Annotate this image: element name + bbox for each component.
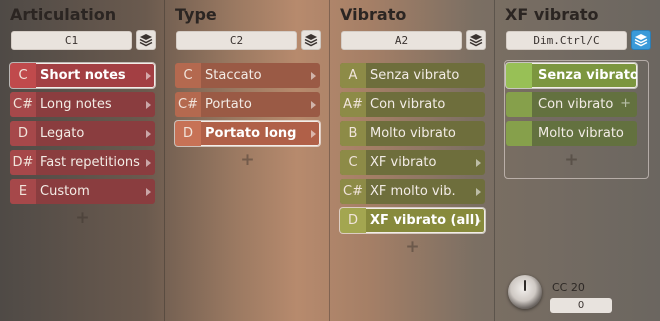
list-item[interactable]: Con vibrato + — [506, 92, 637, 117]
cc-value-field[interactable]: 0 — [550, 298, 612, 313]
chevron-right-icon — [146, 159, 151, 167]
list-item[interactable]: E Custom — [10, 179, 155, 204]
list-item[interactable]: Senza vibrato — [506, 63, 637, 88]
knob-icon[interactable] — [508, 275, 542, 309]
key-label — [506, 121, 532, 146]
key-label: C — [175, 63, 201, 88]
add-button[interactable]: + — [10, 208, 155, 228]
add-button[interactable]: + — [340, 237, 485, 257]
key-label: A# — [340, 92, 366, 117]
type-list: C Staccato C# Portato D Portato long + — [175, 63, 320, 170]
item-label: Molto vibrato — [538, 126, 624, 141]
layers-button[interactable] — [466, 30, 486, 50]
key-label: D — [10, 121, 36, 146]
item-label: Long notes — [40, 97, 112, 112]
list-item[interactable]: B Molto vibrato — [340, 121, 485, 146]
keyswitch-selector[interactable]: A2 — [341, 31, 462, 50]
chevron-right-icon — [311, 101, 316, 109]
list-item[interactable]: D# Fast repetitions — [10, 150, 155, 175]
item-label: XF vibrato (all) — [370, 213, 481, 228]
chevron-right-icon — [311, 72, 316, 80]
key-label: C# — [175, 92, 201, 117]
vibrato-column: Vibrato A2 A Senza vibrato A# Con vibrat… — [330, 0, 494, 321]
list-item[interactable]: C Staccato — [175, 63, 320, 88]
key-label — [506, 63, 532, 88]
keyswitch-selector[interactable]: C2 — [176, 31, 297, 50]
item-label: Fast repetitions — [40, 155, 140, 170]
item-label: Con vibrato — [370, 97, 446, 112]
layers-icon — [139, 34, 153, 47]
chevron-right-icon — [146, 130, 151, 138]
key-label — [506, 92, 532, 117]
articulation-list: C Short notes C# Long notes D Legato D# … — [10, 63, 155, 228]
list-item[interactable]: D Legato — [10, 121, 155, 146]
item-label: XF vibrato — [370, 155, 437, 170]
list-item[interactable]: A# Con vibrato — [340, 92, 485, 117]
item-label: Staccato — [205, 68, 262, 83]
layers-button[interactable] — [631, 30, 651, 50]
item-label: Portato long — [205, 126, 297, 141]
chevron-right-icon — [476, 217, 481, 225]
chevron-right-icon — [146, 101, 151, 109]
articulation-column: Articulation C1 C Short notes C# Long no… — [0, 0, 164, 321]
layers-icon — [634, 34, 648, 47]
list-item[interactable]: C# Portato — [175, 92, 320, 117]
key-label: D# — [10, 150, 36, 175]
item-label: Senza vibrato — [538, 68, 637, 83]
xf-vibrato-list: Senza vibrato Con vibrato + Molto vibrat… — [506, 63, 637, 170]
item-label: Custom — [40, 184, 90, 199]
cc-label: CC 20 — [552, 281, 585, 294]
list-item[interactable]: C Short notes — [10, 63, 155, 88]
vibrato-list: A Senza vibrato A# Con vibrato B Molto v… — [340, 63, 485, 257]
key-label: C# — [10, 92, 36, 117]
key-label: D — [175, 121, 201, 146]
add-button[interactable]: + — [506, 150, 637, 170]
type-column: Type C2 C Staccato C# Portato D Portato … — [165, 0, 329, 321]
layers-button[interactable] — [136, 30, 156, 50]
list-item[interactable]: C# Long notes — [10, 92, 155, 117]
key-label: C — [340, 150, 366, 175]
item-label: XF molto vib. — [370, 184, 456, 199]
list-item[interactable]: Molto vibrato — [506, 121, 637, 146]
chevron-right-icon — [146, 188, 151, 196]
knob-needle — [524, 280, 526, 291]
key-label: C — [10, 63, 36, 88]
key-label: D — [340, 208, 366, 233]
item-label: Portato — [205, 97, 252, 112]
column-title: Type — [175, 5, 217, 24]
list-item[interactable]: C# XF molto vib. — [340, 179, 485, 204]
item-label: Con vibrato — [538, 97, 614, 112]
item-label: Molto vibrato — [370, 126, 456, 141]
item-label: Senza vibrato — [370, 68, 460, 83]
list-item[interactable]: D Portato long — [175, 121, 320, 146]
chevron-right-icon — [476, 159, 481, 167]
list-item[interactable]: A Senza vibrato — [340, 63, 485, 88]
key-label: B — [340, 121, 366, 146]
layers-icon — [469, 34, 483, 47]
chevron-right-icon — [311, 130, 316, 138]
column-title: Vibrato — [340, 5, 407, 24]
item-label: Short notes — [40, 68, 126, 83]
chevron-right-icon — [476, 188, 481, 196]
column-title: Articulation — [10, 5, 117, 24]
add-button[interactable]: + — [175, 150, 320, 170]
add-layer-button[interactable]: + — [620, 96, 631, 111]
list-item[interactable]: D XF vibrato (all) — [340, 208, 485, 233]
key-label: A — [340, 63, 366, 88]
chevron-right-icon — [146, 72, 151, 80]
item-label: Legato — [40, 126, 85, 141]
list-item[interactable]: C XF vibrato — [340, 150, 485, 175]
layers-button[interactable] — [301, 30, 321, 50]
column-title: XF vibrato — [505, 5, 599, 24]
key-label: C# — [340, 179, 366, 204]
layers-icon — [304, 34, 318, 47]
key-label: E — [10, 179, 36, 204]
keyswitch-selector[interactable]: Dim.Ctrl/C — [506, 31, 627, 50]
keyswitch-selector[interactable]: C1 — [11, 31, 132, 50]
